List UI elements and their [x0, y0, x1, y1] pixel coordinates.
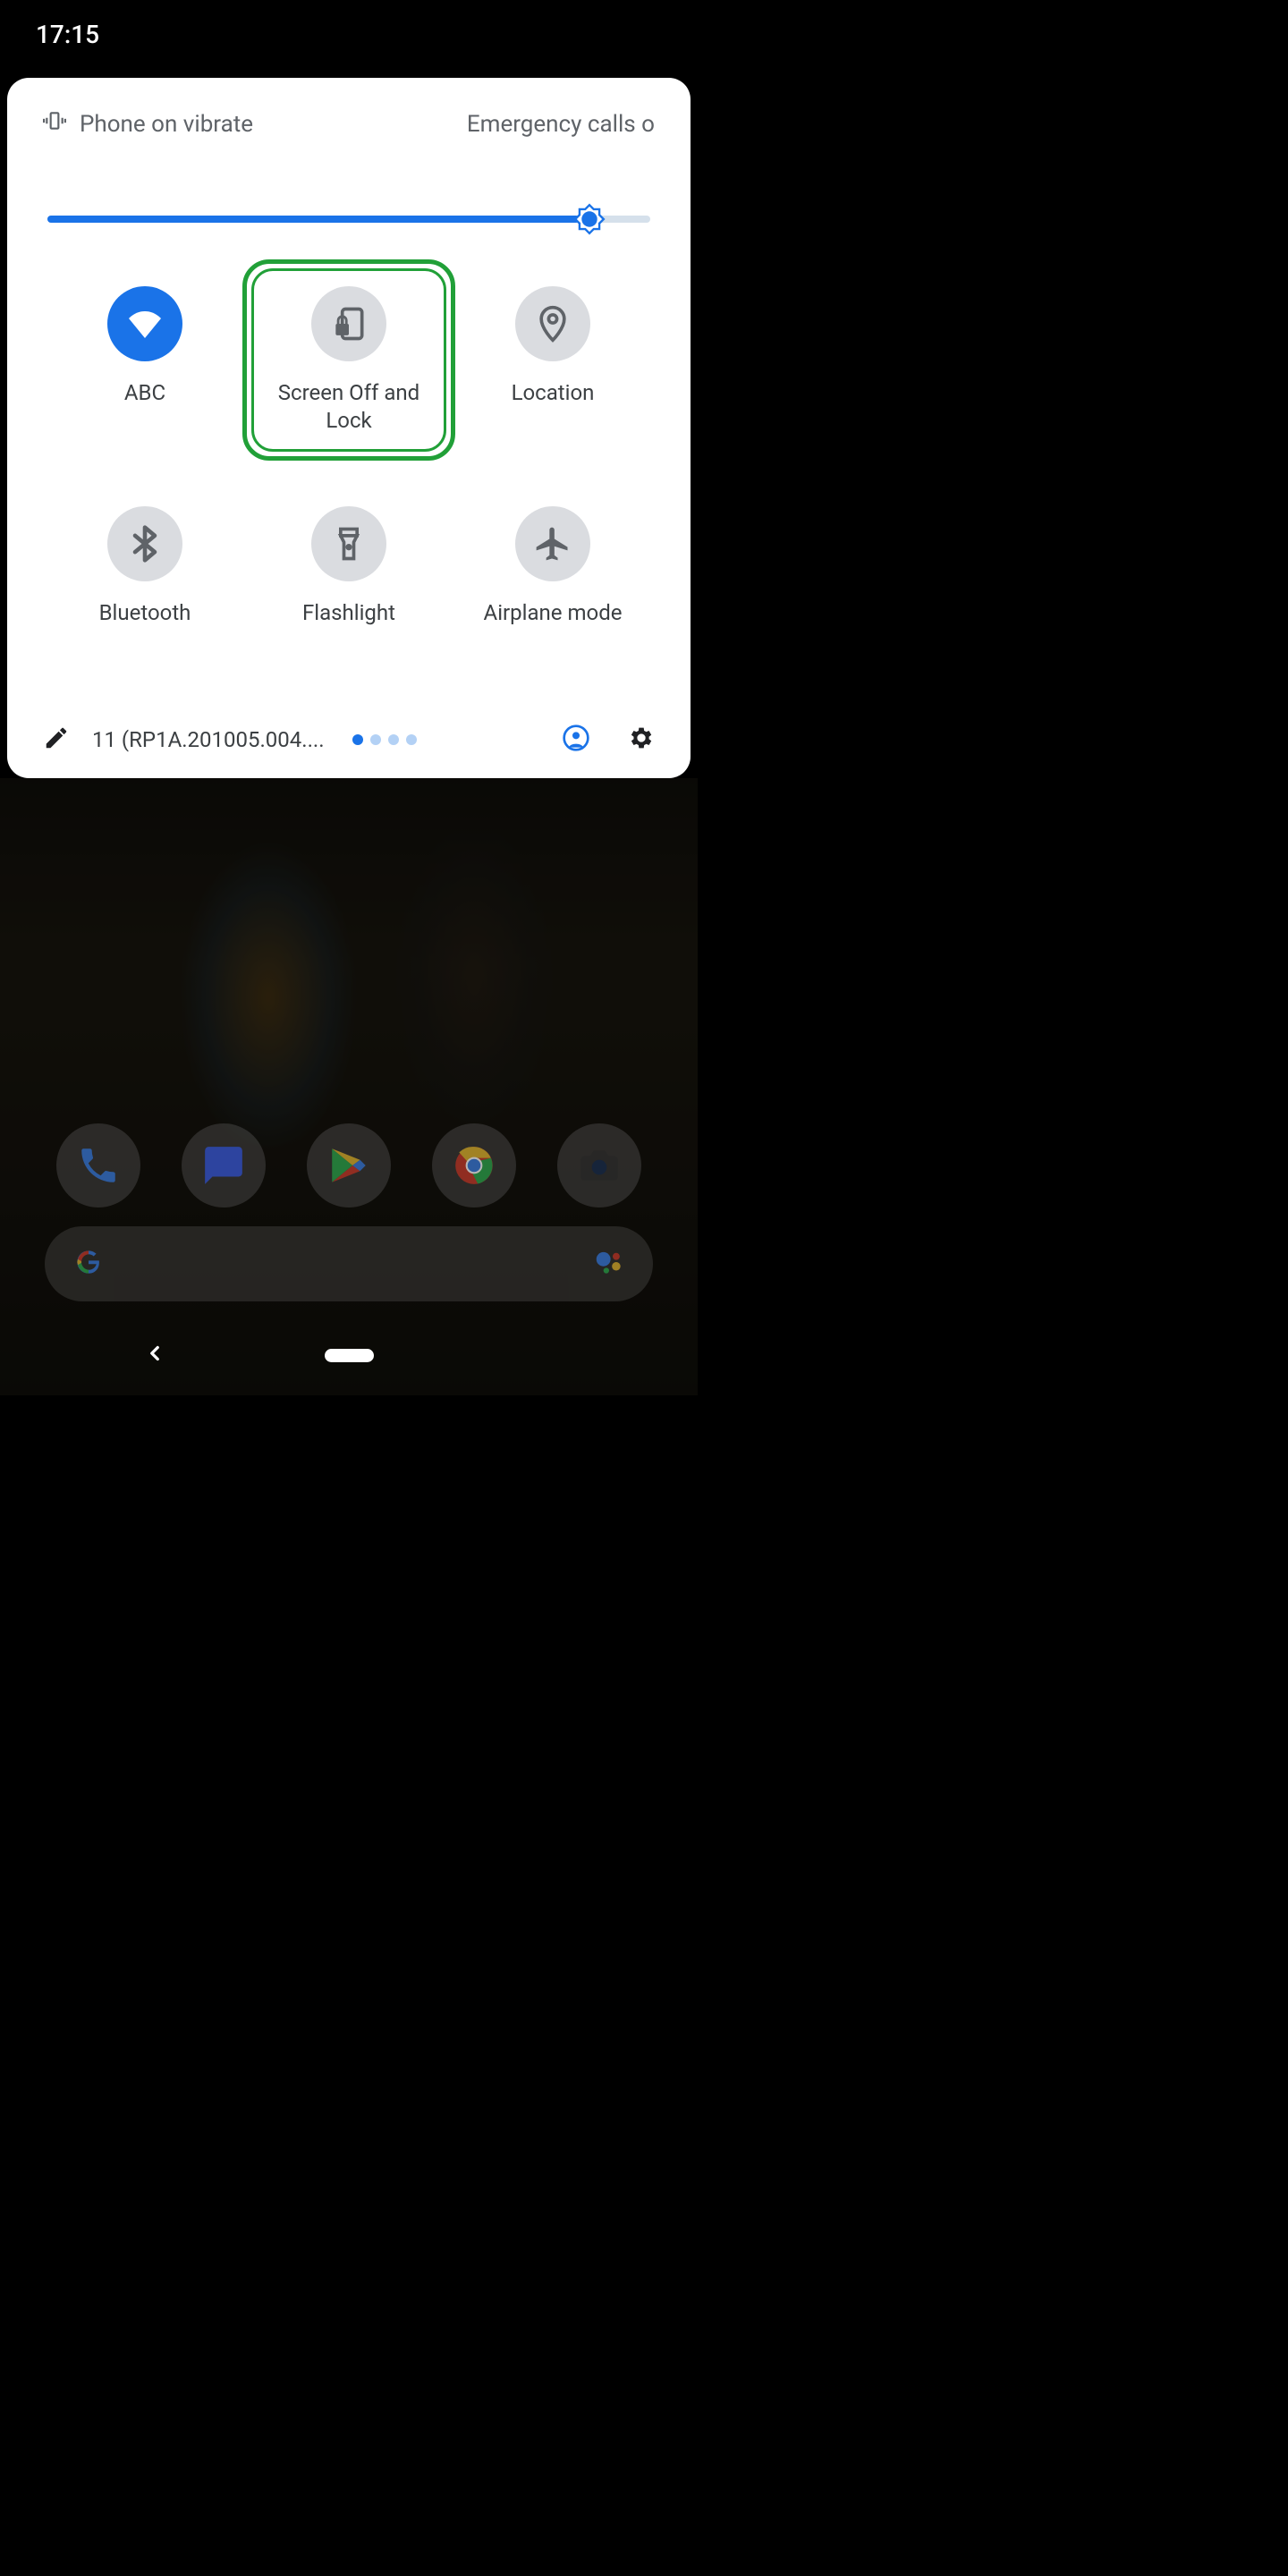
location-icon — [515, 286, 590, 361]
brightness-slider[interactable] — [43, 206, 655, 233]
qs-tile-screen-lock[interactable]: Screen Off and Lock — [247, 286, 451, 435]
brightness-thumb-icon[interactable] — [572, 202, 606, 236]
tile-label: Screen Off and Lock — [259, 379, 438, 435]
wifi-icon — [107, 286, 182, 361]
qs-tile-wifi[interactable]: ABC — [43, 286, 247, 435]
assistant-icon[interactable] — [592, 1245, 626, 1283]
status-bar-time: 17:15 — [36, 20, 99, 49]
navigation-bar — [0, 1337, 698, 1373]
home-dock — [0, 1123, 698, 1208]
qs-footer: 11 (RP1A.201005.004.... — [43, 724, 655, 756]
qs-tile-airplane[interactable]: Airplane mode — [451, 506, 655, 627]
quick-settings-panel: Phone on vibrate Emergency calls o ABC — [7, 78, 691, 778]
tile-label: Airplane mode — [484, 599, 623, 627]
tile-label: Flashlight — [302, 599, 395, 627]
vibrate-icon — [43, 109, 66, 139]
emergency-calls-label: Emergency calls o — [467, 111, 655, 138]
home-wallpaper — [0, 778, 698, 1395]
chrome-app-icon[interactable] — [432, 1123, 516, 1208]
camera-app-icon[interactable] — [557, 1123, 641, 1208]
airplane-icon — [515, 506, 590, 581]
qs-tiles-grid: ABC Screen Off and Lock Location — [43, 286, 655, 628]
phone-app-icon[interactable] — [56, 1123, 140, 1208]
vibrate-label: Phone on vibrate — [80, 111, 253, 138]
user-icon[interactable] — [562, 724, 590, 756]
back-icon[interactable] — [143, 1342, 166, 1368]
qs-tile-flashlight[interactable]: Flashlight — [247, 506, 451, 627]
flashlight-icon — [311, 506, 386, 581]
qs-tile-location[interactable]: Location — [451, 286, 655, 435]
qs-tile-bluetooth[interactable]: Bluetooth — [43, 506, 247, 627]
play-store-icon[interactable] — [307, 1123, 391, 1208]
messages-app-icon[interactable] — [182, 1123, 266, 1208]
page-indicator — [352, 734, 417, 745]
tile-label: Location — [512, 379, 595, 407]
google-logo-icon — [72, 1245, 106, 1283]
home-gesture-pill[interactable] — [325, 1349, 374, 1362]
tile-label: ABC — [124, 379, 165, 407]
build-version-label: 11 (RP1A.201005.004.... — [92, 727, 325, 752]
bluetooth-icon — [107, 506, 182, 581]
screen-lock-icon — [311, 286, 386, 361]
settings-icon[interactable] — [626, 724, 655, 756]
edit-icon[interactable] — [43, 724, 70, 755]
qs-header: Phone on vibrate Emergency calls o — [43, 109, 655, 139]
google-search-bar[interactable] — [45, 1226, 653, 1301]
tile-label: Bluetooth — [99, 599, 191, 627]
